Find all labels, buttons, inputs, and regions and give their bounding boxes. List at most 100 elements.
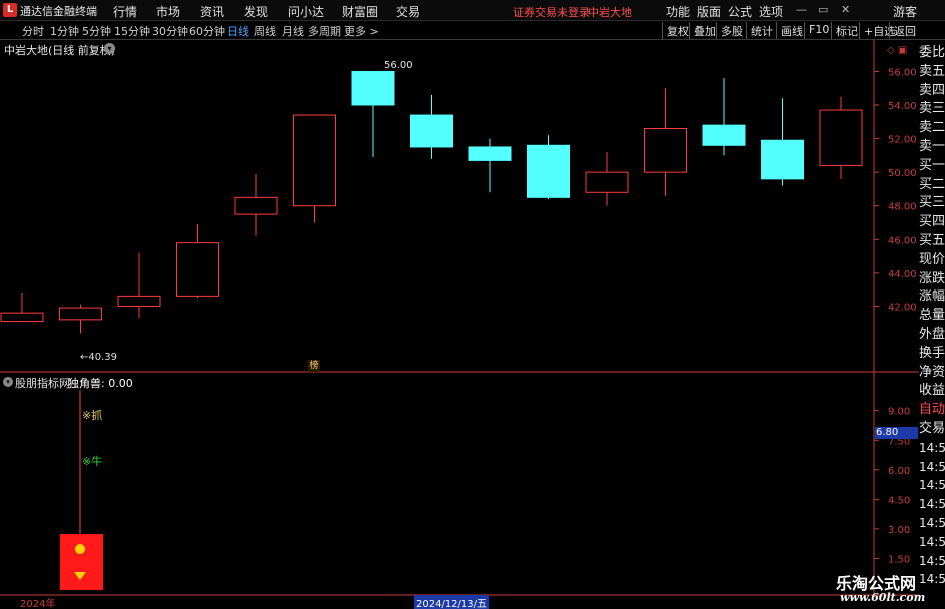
right-panel-item[interactable]: 自动 (919, 401, 945, 419)
right-panel-item[interactable]: 14:56 (919, 514, 945, 532)
right-panel-item[interactable]: 涨幅 (919, 288, 945, 306)
indicator-value: 0.00 (108, 377, 133, 390)
right-panel-item[interactable]: 卖一 (919, 138, 945, 156)
right-panel-item[interactable]: 外盘 (919, 326, 945, 344)
menu-shichang[interactable]: 市场 (156, 3, 180, 20)
right-panel-item[interactable]: 买四 (919, 213, 945, 231)
menu-gongshi[interactable]: 公式 (728, 3, 752, 20)
period-60min[interactable]: 60分钟 (189, 23, 225, 39)
btn-tongji[interactable]: 统计 (746, 22, 777, 39)
btn-duogu[interactable]: 多股 (716, 22, 747, 39)
menu-wenxiaoda[interactable]: 问小达 (288, 3, 324, 20)
right-panel-item[interactable]: 换手 (919, 345, 945, 363)
candle-body[interactable] (527, 144, 570, 198)
menu-hangqing[interactable]: 行情 (113, 3, 137, 20)
bottom-date: 2024/12/13/五 (414, 595, 490, 609)
candle-body[interactable] (293, 114, 336, 207)
app-name: 通达信金融终端 (20, 5, 97, 18)
right-panel-item[interactable]: 买一 (919, 157, 945, 175)
menu-xuanxiang[interactable]: 选项 (759, 3, 783, 20)
y-tick-label: 50.00 (888, 168, 917, 179)
guest-user[interactable]: 游客 (893, 3, 917, 20)
right-panel-item[interactable]: 14:56 (919, 458, 945, 476)
y-tick-label: 42.00 (888, 302, 917, 313)
candle-body[interactable] (234, 196, 278, 215)
right-panel-item[interactable]: 交易 (919, 420, 945, 438)
menu-caifuquan[interactable]: 财富圈 (342, 3, 378, 20)
candle-body[interactable] (117, 295, 161, 307)
candle-body[interactable] (176, 242, 219, 297)
btn-biaoji[interactable]: 标记 (831, 22, 862, 39)
login-warning[interactable]: 证券交易未登录 (513, 4, 590, 20)
bottom-year: 2024年 (20, 599, 56, 609)
sub-y-tick-label: 9.00 (888, 407, 910, 418)
y-tick-label: 56.00 (888, 67, 917, 78)
period-more[interactable]: 更多 > (344, 23, 379, 39)
app-logo-icon: L (3, 3, 17, 17)
indicator-label: 独角兽: 0.00 (68, 377, 133, 390)
smile-icon (75, 544, 85, 554)
y-tick-label: 48.00 (888, 202, 917, 213)
kline-chart[interactable]: ◇ ▣ 56.00 54.00 52.00 50.00 48.00 46.00 44.00 4… (0, 40, 919, 608)
sub-y-tick-label: 3.00 (888, 525, 910, 536)
close-icon[interactable]: ✕ (841, 3, 850, 16)
menu-gongneng[interactable]: 功能 (666, 3, 690, 20)
right-panel-item[interactable]: 14:56 (919, 476, 945, 494)
btn-back[interactable]: 返回 (889, 22, 920, 39)
chart-corner-icons: ◇ ▣ (887, 45, 907, 56)
period-week[interactable]: 周线 (254, 23, 276, 39)
right-panel-item[interactable]: 收益 (919, 382, 945, 400)
period-5min[interactable]: 5分钟 (82, 23, 111, 39)
candle-body[interactable] (819, 109, 863, 166)
signal-zhua: ※抓 (82, 409, 103, 422)
period-month[interactable]: 月线 (282, 23, 304, 39)
candle-body[interactable] (585, 171, 629, 193)
right-panel-item[interactable]: 买二 (919, 176, 945, 194)
right-panel-item[interactable]: 卖四 (919, 82, 945, 100)
menu-jiaoyi[interactable]: 交易 (396, 3, 420, 20)
maximize-icon[interactable]: ▭ (818, 3, 828, 16)
right-panel-item[interactable]: 14:56 (919, 495, 945, 513)
candle-body[interactable] (410, 114, 453, 148)
period-fenshi[interactable]: 分时 (22, 23, 44, 39)
candle-body[interactable] (702, 124, 746, 146)
period-day[interactable]: 日线 (227, 23, 249, 39)
title-stock-name: 中岩大地 (588, 6, 632, 19)
candle-body[interactable] (59, 307, 102, 321)
candle-body[interactable] (351, 70, 395, 106)
minimize-icon[interactable]: — (796, 3, 807, 16)
candle-body[interactable] (644, 128, 687, 173)
candle-body[interactable] (0, 312, 44, 323)
period-15min[interactable]: 15分钟 (114, 23, 150, 39)
btn-f10[interactable]: F10 (804, 22, 833, 39)
menu-zixun[interactable]: 资讯 (200, 3, 224, 20)
right-panel-item[interactable]: 14:56 (919, 552, 945, 570)
right-panel-item[interactable]: 现价 (919, 251, 945, 269)
right-panel-item[interactable]: 委比 (919, 44, 945, 62)
chevron-down-icon[interactable]: ▾ (3, 377, 13, 387)
right-panel-item[interactable]: 14:56 (919, 570, 945, 588)
right-panel-item[interactable]: 买三 (919, 194, 945, 212)
watermark-url: www.60lt.com (840, 591, 926, 604)
rank-badge[interactable]: 榜 (308, 360, 320, 372)
right-panel-item[interactable]: 卖三 (919, 100, 945, 118)
period-1min[interactable]: 1分钟 (50, 23, 79, 39)
indicator-name[interactable]: 股朋指标网 (15, 375, 70, 391)
period-multi[interactable]: 多周期 (308, 23, 341, 39)
sub-y-tick-label: 4.50 (888, 495, 910, 506)
right-panel-item[interactable]: 14:56 (919, 533, 945, 551)
right-panel-item[interactable]: 涨跌 (919, 270, 945, 288)
period-30min[interactable]: 30分钟 (152, 23, 188, 39)
right-panel-item[interactable]: 买五 (919, 232, 945, 250)
right-panel-item[interactable]: 14:56 (919, 439, 945, 457)
right-panel-item[interactable]: 卖五 (919, 63, 945, 81)
menu-banmian[interactable]: 版面 (697, 3, 721, 20)
right-panel-item[interactable]: 总量 (919, 307, 945, 325)
right-panel-item[interactable]: 净资 (919, 364, 945, 382)
menu-faxian[interactable]: 发现 (244, 3, 268, 20)
y-tick-label: 54.00 (888, 101, 917, 112)
btn-huaxian[interactable]: 画线 (776, 22, 807, 39)
right-panel-item[interactable]: 卖二 (919, 119, 945, 137)
candle-body[interactable] (468, 146, 512, 161)
candle-body[interactable] (761, 139, 804, 180)
